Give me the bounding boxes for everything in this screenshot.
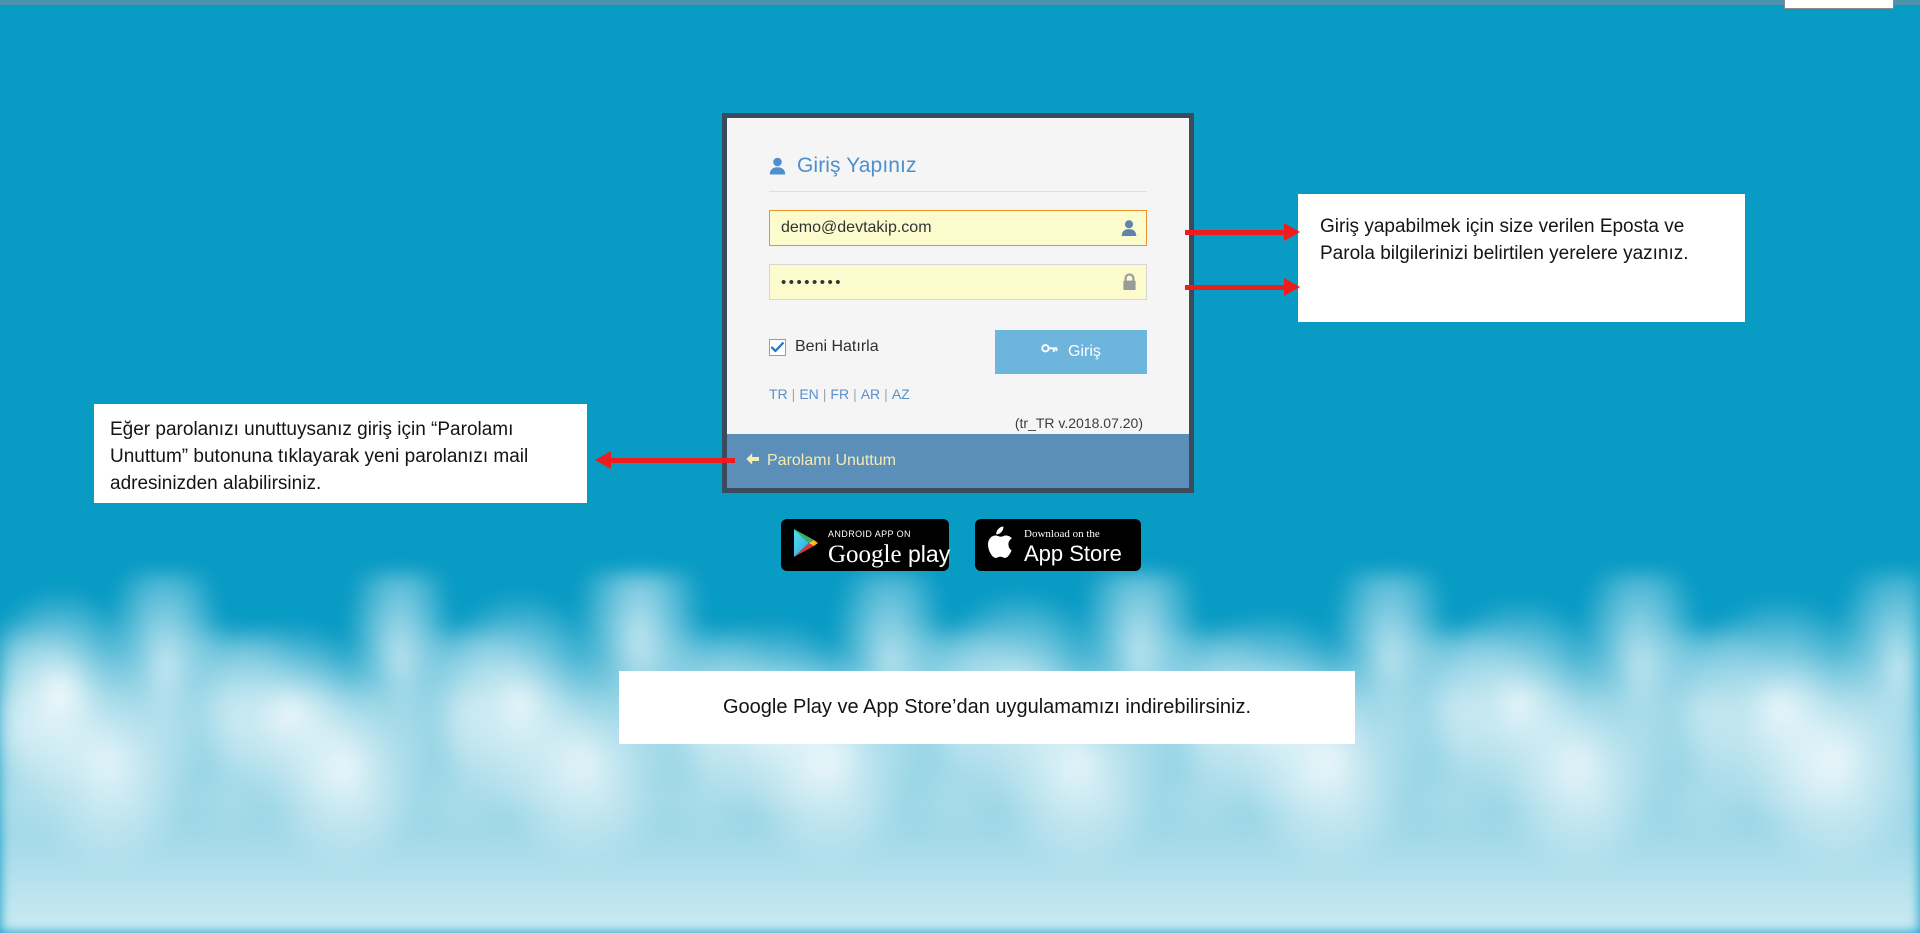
page-title: Giriş Yapınız <box>797 154 917 177</box>
remember-me-group[interactable]: Beni Hatırla <box>769 330 879 356</box>
callout-credentials: Giriş yapabilmek için size verilen Epost… <box>1298 194 1745 322</box>
login-page: Giriş Yapınız demo@devtakip.com ••••••••… <box>0 0 1920 933</box>
check-icon <box>771 341 784 352</box>
app-store-badge[interactable]: Download on the App Store <box>975 519 1141 571</box>
lang-separator: | <box>884 386 888 402</box>
google-play-top-text: ANDROID APP ON <box>828 528 911 539</box>
arrow-left-icon <box>745 452 760 471</box>
google-play-badge[interactable]: ANDROID APP ON Google play <box>781 519 950 571</box>
remember-me-checkbox[interactable] <box>769 338 786 356</box>
callout-forgot-password: Eğer parolanızı unuttuysanız giriş için … <box>94 404 587 503</box>
email-field-row <box>769 210 1147 246</box>
top-strip <box>0 0 1920 5</box>
version-label: (tr_TR v.2018.07.20) <box>1014 415 1143 431</box>
lang-link-en[interactable]: EN <box>799 386 818 402</box>
lang-link-fr[interactable]: FR <box>830 386 849 402</box>
lang-separator: | <box>791 386 796 402</box>
login-submit-button[interactable]: Giriş <box>995 330 1147 374</box>
google-play-triangle-icon <box>792 528 819 563</box>
lang-separator: | <box>822 386 827 402</box>
remember-me-label: Beni Hatırla <box>795 338 879 355</box>
callout-store-badges: Google Play ve App Store’dan uygulamamız… <box>619 671 1355 744</box>
email-input[interactable] <box>769 210 1147 246</box>
store-badges: ANDROID APP ON Google play Download on t… <box>781 519 1141 571</box>
callout-store-badges-text: Google Play ve App Store’dan uygulamamız… <box>722 696 1252 719</box>
login-card-inner: Giriş Yapınız demo@devtakip.com ••••••••… <box>727 118 1189 488</box>
login-header: Giriş Yapınız <box>769 154 1147 192</box>
callout-forgot-password-text: Eğer parolanızı unuttuysanız giriş için … <box>110 419 529 494</box>
lang-separator: | <box>853 386 857 402</box>
login-form: Giriş Yapınız demo@devtakip.com ••••••••… <box>727 118 1189 434</box>
lang-link-ar[interactable]: AR <box>861 386 880 402</box>
apple-icon <box>987 526 1015 564</box>
window-chrome-fragment <box>1784 0 1894 9</box>
password-field-row <box>769 264 1147 300</box>
language-switcher: TR | EN | FR | AR | AZ <box>769 386 1147 402</box>
password-input[interactable] <box>769 264 1147 300</box>
login-submit-label: Giriş <box>1068 343 1101 360</box>
controls-row: Beni Hatırla Giriş <box>769 330 1147 374</box>
forgot-password-button[interactable]: Parolamı Unuttum <box>727 434 1189 488</box>
app-store-top-text: Download on the <box>1024 528 1100 540</box>
google-play-text: ANDROID APP ON Google play <box>828 524 950 567</box>
app-store-text: Download on the App Store <box>1024 524 1122 566</box>
key-icon <box>1041 342 1058 362</box>
cloud-background-layer-a <box>0 573 1920 933</box>
lang-link-tr[interactable]: TR <box>769 386 788 402</box>
app-store-main-text: App Store <box>1024 541 1122 566</box>
callout-credentials-text: Giriş yapabilmek için size verilen Epost… <box>1320 216 1689 264</box>
google-play-main-text: Google play <box>828 540 951 568</box>
person-icon <box>769 157 786 175</box>
login-card: Giriş Yapınız demo@devtakip.com ••••••••… <box>722 113 1194 493</box>
forgot-password-label: Parolamı Unuttum <box>767 452 896 469</box>
lang-link-az[interactable]: AZ <box>892 386 910 402</box>
